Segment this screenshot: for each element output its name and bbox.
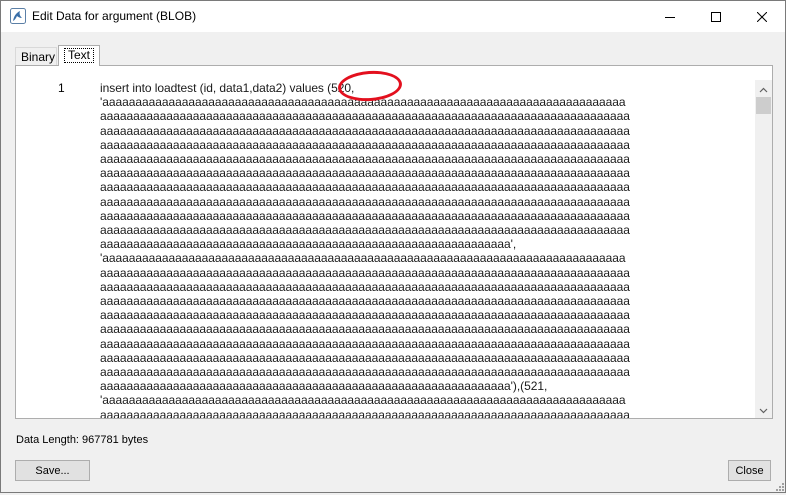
vertical-scrollbar[interactable]: [755, 80, 772, 418]
tab-binary[interactable]: Binary: [15, 47, 57, 65]
editor-line: 'aaaaaaaaaaaaaaaaaaaaaaaaaaaaaaaaaaaaaaa…: [100, 393, 626, 408]
tab-text[interactable]: Text: [58, 45, 100, 66]
scroll-up-button[interactable]: [755, 80, 772, 97]
minimize-icon: [665, 12, 675, 22]
editor-line: aaaaaaaaaaaaaaaaaaaaaaaaaaaaaaaaaaaaaaaa…: [100, 322, 630, 337]
edit-data-dialog: Edit Data for argument (BLOB) Binary Tex…: [0, 0, 786, 493]
editor-line: insert into loadtest (id, data1,data2) v…: [100, 81, 355, 95]
editor-line: aaaaaaaaaaaaaaaaaaaaaaaaaaaaaaaaaaaaaaaa…: [100, 180, 630, 195]
editor-line: aaaaaaaaaaaaaaaaaaaaaaaaaaaaaaaaaaaaaaaa…: [100, 137, 630, 152]
window-title: Edit Data for argument (BLOB): [32, 9, 197, 23]
minimize-button[interactable]: [647, 1, 693, 32]
editor-content: insert into loadtest (id, data1,data2) v…: [100, 81, 630, 418]
editor-line: aaaaaaaaaaaaaaaaaaaaaaaaaaaaaaaaaaaaaaaa…: [100, 223, 630, 238]
editor-line: aaaaaaaaaaaaaaaaaaaaaaaaaaaaaaaaaaaaaaaa…: [100, 237, 517, 252]
editor-line: aaaaaaaaaaaaaaaaaaaaaaaaaaaaaaaaaaaaaaaa…: [100, 109, 630, 124]
tab-text-label: Text: [64, 48, 95, 63]
editor-line: aaaaaaaaaaaaaaaaaaaaaaaaaaaaaaaaaaaaaaaa…: [100, 194, 630, 209]
text-editor[interactable]: insert into loadtest (id, data1,data2) v…: [84, 78, 756, 418]
editor-line: aaaaaaaaaaaaaaaaaaaaaaaaaaaaaaaaaaaaaaaa…: [100, 208, 630, 223]
editor-line: aaaaaaaaaaaaaaaaaaaaaaaaaaaaaaaaaaaaaaaa…: [100, 365, 630, 380]
editor-line: 'aaaaaaaaaaaaaaaaaaaaaaaaaaaaaaaaaaaaaaa…: [100, 251, 626, 266]
scroll-thumb[interactable]: [756, 97, 771, 114]
maximize-icon: [711, 11, 721, 22]
dolphin-app-icon: [10, 8, 26, 24]
editor-line: 'aaaaaaaaaaaaaaaaaaaaaaaaaaaaaaaaaaaaaaa…: [100, 95, 626, 110]
scroll-down-button[interactable]: [755, 401, 772, 418]
editor-line: aaaaaaaaaaaaaaaaaaaaaaaaaaaaaaaaaaaaaaaa…: [100, 279, 630, 294]
maximize-button[interactable]: [693, 1, 739, 32]
window-close-button[interactable]: [739, 1, 785, 32]
text-editor-panel: 1 insert into loadtest (id, data1,data2)…: [15, 65, 773, 419]
chevron-up-icon: [759, 82, 768, 96]
title-bar[interactable]: Edit Data for argument (BLOB): [1, 1, 785, 32]
line-number: 1: [58, 81, 65, 95]
editor-line: aaaaaaaaaaaaaaaaaaaaaaaaaaaaaaaaaaaaaaaa…: [100, 350, 630, 365]
close-button[interactable]: Close: [728, 460, 771, 481]
resize-grip-icon[interactable]: [773, 480, 785, 492]
editor-line: aaaaaaaaaaaaaaaaaaaaaaaaaaaaaaaaaaaaaaaa…: [100, 152, 630, 167]
editor-line: aaaaaaaaaaaaaaaaaaaaaaaaaaaaaaaaaaaaaaaa…: [100, 166, 630, 181]
editor-line: aaaaaaaaaaaaaaaaaaaaaaaaaaaaaaaaaaaaaaaa…: [100, 294, 630, 309]
chevron-down-icon: [759, 403, 768, 417]
editor-line: aaaaaaaaaaaaaaaaaaaaaaaaaaaaaaaaaaaaaaaa…: [100, 123, 630, 138]
close-icon: [757, 11, 767, 22]
editor-line: aaaaaaaaaaaaaaaaaaaaaaaaaaaaaaaaaaaaaaaa…: [100, 308, 630, 323]
editor-line: aaaaaaaaaaaaaaaaaaaaaaaaaaaaaaaaaaaaaaaa…: [100, 379, 548, 394]
save-button[interactable]: Save...: [15, 460, 90, 481]
editor-line: aaaaaaaaaaaaaaaaaaaaaaaaaaaaaaaaaaaaaaaa…: [100, 336, 630, 351]
editor-line: aaaaaaaaaaaaaaaaaaaaaaaaaaaaaaaaaaaaaaaa…: [100, 407, 630, 418]
editor-line: aaaaaaaaaaaaaaaaaaaaaaaaaaaaaaaaaaaaaaaa…: [100, 265, 630, 280]
tab-binary-label: Binary: [21, 50, 56, 64]
data-length-label: Data Length: 967781 bytes: [16, 434, 149, 446]
line-number-gutter: 1: [16, 78, 84, 416]
